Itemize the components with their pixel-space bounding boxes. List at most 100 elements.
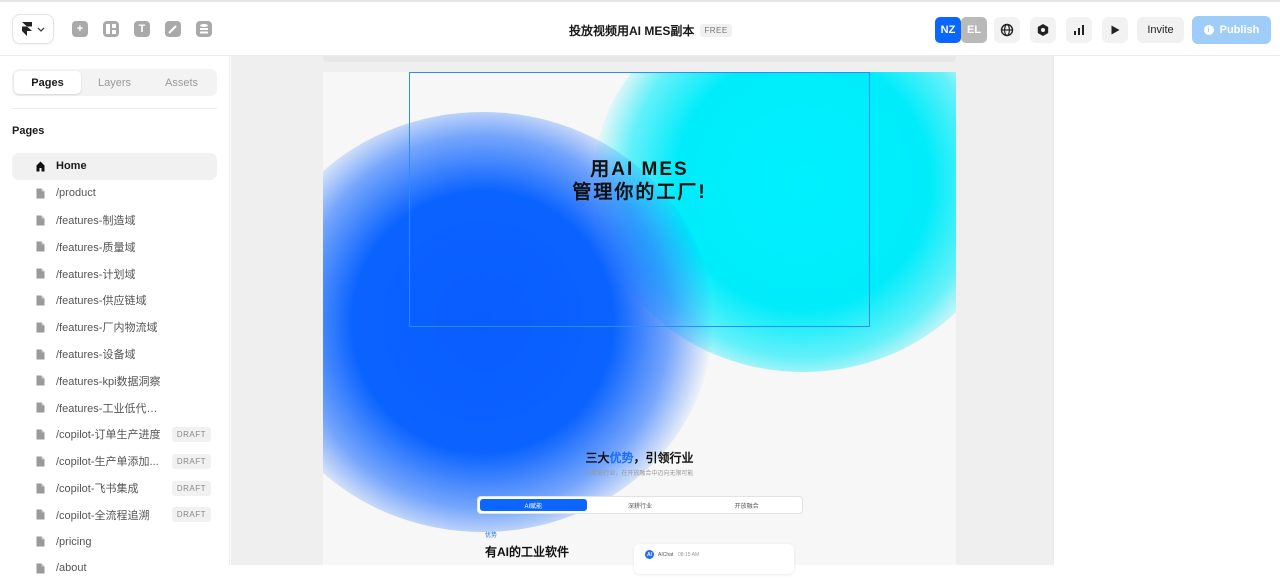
- draft-badge: DRAFT: [171, 426, 211, 442]
- page-item[interactable]: /pricing: [12, 528, 217, 555]
- advantages-title-post: ，引领行业: [633, 451, 694, 465]
- page-item[interactable]: /features-kpi数据洞察: [12, 367, 217, 394]
- segment-industry[interactable]: 深耕行业: [587, 499, 694, 511]
- page-item[interactable]: /copilot-飞书集成 DRAFT: [12, 475, 217, 502]
- page-item-label: /features-kpi数据洞察: [56, 375, 161, 388]
- frame-top-edge: [323, 56, 956, 62]
- chat-sender-name: AIChat: [658, 552, 674, 558]
- advantages-title-highlight: 优势: [609, 451, 634, 465]
- page-item[interactable]: /features-设备域: [12, 341, 217, 368]
- page-item[interactable]: /copilot-订单生产进度 DRAFT: [12, 421, 217, 448]
- invite-button[interactable]: Invite: [1137, 17, 1184, 43]
- page-item-label: /product: [56, 187, 96, 200]
- insert-icon[interactable]: +: [72, 21, 88, 37]
- advantages-subtitle: AI赋能行业，在开放融合中迈向无限可能: [585, 471, 694, 477]
- hero-line-1: 用AI MES: [590, 159, 689, 180]
- layout-icon[interactable]: [103, 21, 119, 37]
- segment-open[interactable]: 开放融合: [693, 499, 800, 511]
- page-item-label: /features-计划域: [56, 268, 136, 281]
- chat-timestamp: 08:15 AM: [678, 552, 700, 558]
- page-item-label: /pricing: [56, 535, 92, 548]
- page-item[interactable]: /product: [12, 180, 217, 207]
- page-icon: [36, 509, 45, 520]
- framer-menu-button[interactable]: [12, 14, 54, 44]
- page-icon: [36, 215, 45, 226]
- page-item[interactable]: /about: [12, 555, 217, 582]
- chevron-down-icon: [37, 27, 45, 32]
- plan-badge: FREE: [700, 24, 732, 37]
- cms-database-icon[interactable]: [196, 21, 212, 37]
- chat-preview-card: [634, 544, 794, 574]
- page-item-label: /features-厂内物流域: [56, 322, 158, 335]
- top-toolbar: + T 投放视频用AI MES副本 FREE NZ EL Invite i Pu…: [0, 0, 1280, 56]
- page-item-label: /copilot-订单生产进度: [56, 429, 161, 442]
- page-icon: [36, 322, 45, 333]
- hero-heading[interactable]: 用AI MES 管理你的工厂!: [409, 158, 870, 204]
- avatar-nz[interactable]: NZ: [935, 17, 961, 43]
- page-icon: [36, 456, 45, 467]
- page-item-label: /features-制造域: [56, 214, 136, 227]
- tab-pages[interactable]: Pages: [14, 71, 81, 94]
- tab-assets[interactable]: Assets: [148, 71, 215, 94]
- properties-panel: [1053, 56, 1280, 565]
- page-item[interactable]: /copilot-生产单添加... DRAFT: [12, 448, 217, 475]
- advantages-title-pre: 三大: [585, 451, 610, 465]
- draft-badge: DRAFT: [171, 480, 211, 496]
- left-sidebar: Pages Layers Assets Pages Home/product/f…: [0, 56, 230, 574]
- sidebar-divider: [12, 108, 217, 109]
- page-item-label: /about: [56, 562, 87, 575]
- page-item-label: /features-工业低代码平台: [56, 402, 168, 415]
- avatar-el[interactable]: EL: [961, 17, 987, 43]
- globe-icon[interactable]: [994, 17, 1020, 43]
- page-item[interactable]: /features-工业低代码平台: [12, 394, 217, 421]
- advantages-title: 三大优势，引领行业: [323, 449, 956, 466]
- text-icon[interactable]: T: [134, 21, 150, 37]
- page-icon: [36, 375, 45, 386]
- page-icon: [36, 429, 45, 440]
- hero-line-2: 管理你的工厂!: [572, 182, 707, 203]
- page-item[interactable]: /features-计划域: [12, 260, 217, 287]
- page-item-label: /features-供应链域: [56, 295, 147, 308]
- feature-tag: 优势: [485, 533, 498, 539]
- home-icon: [36, 161, 45, 172]
- advantages-segmented-control: AI赋能 深耕行业 开放融合: [477, 496, 803, 514]
- pages-section-heading: Pages: [12, 125, 45, 137]
- vector-pen-icon[interactable]: [165, 21, 181, 37]
- info-icon: i: [1203, 25, 1214, 35]
- segment-ai[interactable]: AI赋能: [480, 499, 587, 511]
- page-item-label: /copilot-全流程追溯: [56, 509, 150, 522]
- page-item[interactable]: /features-制造域: [12, 207, 217, 234]
- page-icon: [36, 268, 45, 279]
- page-item[interactable]: /features-质量域: [12, 233, 217, 260]
- draft-badge: DRAFT: [171, 507, 211, 523]
- sidebar-tabs: Pages Layers Assets: [12, 69, 217, 96]
- project-title[interactable]: 投放视频用AI MES副本: [569, 22, 694, 39]
- page-item-label: /features-质量域: [56, 241, 136, 254]
- page-item[interactable]: Home: [12, 153, 217, 180]
- page-icon: [36, 536, 45, 547]
- page-icon: [36, 483, 45, 494]
- page-icon: [36, 295, 45, 306]
- draft-badge: DRAFT: [171, 453, 211, 469]
- publish-button[interactable]: i Publish: [1192, 16, 1271, 44]
- settings-hexagon-icon[interactable]: [1030, 17, 1056, 43]
- page-icon: [36, 241, 45, 252]
- page-icon: [36, 188, 45, 199]
- analytics-icon[interactable]: [1066, 17, 1092, 43]
- page-item-label: Home: [56, 160, 87, 173]
- chat-ai-avatar: AI: [645, 550, 654, 559]
- page-item[interactable]: /copilot-全流程追溯 DRAFT: [12, 501, 217, 528]
- framer-logo-icon: [22, 22, 32, 36]
- pages-list: Home/product/features-制造域/features-质量域/f…: [12, 153, 217, 582]
- publish-label: Publish: [1219, 24, 1260, 36]
- page-item[interactable]: /features-供应链域: [12, 287, 217, 314]
- page-icon: [36, 349, 45, 360]
- page-item-label: /copilot-飞书集成: [56, 482, 139, 495]
- page-item[interactable]: /features-厂内物流域: [12, 314, 217, 341]
- page-item-label: /copilot-生产单添加...: [56, 456, 159, 469]
- preview-play-icon[interactable]: [1102, 17, 1128, 43]
- page-item-label: /features-设备域: [56, 348, 136, 361]
- tab-layers[interactable]: Layers: [81, 71, 148, 94]
- feature-title: 有AI的工业软件: [485, 545, 570, 559]
- page-icon: [36, 402, 45, 413]
